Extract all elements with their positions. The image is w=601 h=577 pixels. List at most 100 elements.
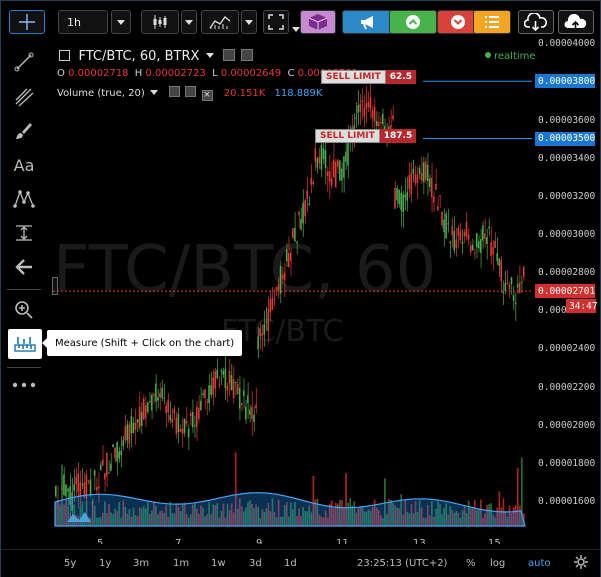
candle-body [451, 226, 453, 236]
candle-body [89, 479, 92, 496]
gear-icon[interactable] [185, 86, 197, 97]
candle-body [306, 190, 308, 200]
range-1d[interactable]: 1d [284, 558, 297, 569]
candle-body [290, 252, 292, 261]
candle-body [328, 171, 331, 182]
apps-button[interactable] [300, 10, 336, 34]
gear-icon[interactable] [240, 49, 253, 61]
announce-button[interactable] [342, 10, 394, 34]
candle-body [361, 100, 364, 103]
candle-body [449, 241, 451, 244]
candle-body [265, 321, 268, 323]
candle-body [55, 486, 57, 497]
log-scale-toggle[interactable]: log [490, 558, 505, 569]
candle-body [159, 392, 161, 398]
candle-body [408, 175, 411, 189]
open-label: O [57, 68, 65, 79]
style-dropdown[interactable] [181, 10, 197, 34]
pattern-tool[interactable] [7, 185, 41, 213]
settings-icon[interactable] [223, 49, 236, 61]
zoom-tool[interactable] [7, 296, 41, 324]
prediction-icon [16, 225, 32, 241]
candle-body [193, 425, 196, 427]
volume-label[interactable]: Volume (true, 20) [57, 88, 145, 99]
list-button[interactable] [473, 10, 511, 34]
trend-line-tool[interactable] [7, 48, 41, 76]
pitchfork-tool[interactable] [7, 83, 41, 111]
status-dot-icon [485, 52, 491, 58]
candle-body [443, 219, 445, 233]
interval-button[interactable]: 1h [58, 10, 108, 34]
candle-body [173, 408, 176, 414]
candle-body [363, 107, 366, 117]
candle-body [406, 192, 409, 201]
close-icon[interactable]: × [201, 90, 213, 101]
range-3m[interactable]: 3m [133, 558, 149, 569]
chart-settings-button[interactable] [574, 555, 588, 572]
time-tick: 15 [488, 538, 501, 544]
candle-body [412, 168, 415, 174]
candle-body [77, 473, 80, 492]
time-tick: 5 [97, 538, 103, 544]
candle-body [99, 464, 102, 471]
more-tools-button[interactable] [7, 371, 41, 399]
candle-body [414, 174, 417, 184]
range-3d[interactable]: 3d [249, 558, 262, 569]
range-1w[interactable]: 1w [211, 558, 226, 569]
price-axis[interactable]: 0.00004000 0.00003800 0.00003600 0.00003400… [532, 36, 600, 544]
symbol-title[interactable]: FTC/BTC, 60, BTRX [79, 49, 200, 64]
auto-scale-toggle[interactable]: auto [528, 558, 551, 569]
brush-tool[interactable] [7, 117, 41, 145]
prediction-tool[interactable] [7, 219, 41, 247]
candle-body [422, 162, 425, 183]
candle-body [149, 401, 151, 403]
indicators-icon [209, 15, 231, 29]
candle-body [163, 397, 165, 399]
candle-body [492, 247, 494, 255]
candle-body [196, 406, 198, 428]
collapse-legend-icon[interactable] [59, 50, 70, 61]
cloud-upload-button[interactable] [558, 10, 594, 34]
range-1y[interactable]: 1y [99, 558, 111, 569]
cloud-download-button[interactable] [518, 10, 554, 34]
interval-label: 1h [67, 15, 81, 29]
crosshair-tool-button[interactable] [9, 10, 45, 34]
candle-body [410, 173, 413, 195]
percent-scale-toggle[interactable]: % [466, 558, 476, 569]
back-button[interactable] [7, 253, 41, 281]
price-chart[interactable]: FTC/BTC, 60FTC/BTC5 7 9 11 13 15 [53, 36, 532, 544]
range-1m[interactable]: 1m [173, 558, 189, 569]
fullscreen-button[interactable] [263, 10, 289, 34]
candle-body [183, 418, 186, 433]
measure-tool[interactable] [8, 329, 42, 359]
fullscreen-icon [268, 14, 284, 30]
buy-button[interactable] [389, 10, 437, 34]
text-tool[interactable]: Aa [7, 151, 41, 179]
candle-body [202, 393, 204, 395]
candle-body [469, 245, 472, 253]
indicators-dropdown[interactable] [241, 10, 257, 34]
interval-dropdown[interactable] [111, 10, 131, 34]
candle-body [482, 225, 484, 241]
indicators-button[interactable] [201, 10, 239, 34]
sell-limit-order-2[interactable]: SELL LIMIT 187.5 [315, 129, 417, 143]
candle-body [394, 188, 396, 209]
candles-style-button[interactable] [141, 10, 179, 34]
candle-body [488, 226, 490, 229]
candle-body [102, 459, 104, 466]
low-value: 0.00002649 [220, 68, 282, 79]
candle-body [373, 106, 376, 122]
candle-body [292, 228, 294, 238]
candle-body [296, 241, 298, 244]
eye-icon[interactable] [169, 86, 181, 97]
realtime-label: realtime [494, 51, 536, 62]
chevron-down-icon [292, 26, 300, 32]
price-tick: 0.00003400 [538, 153, 596, 164]
candle-body [255, 404, 257, 409]
range-5y[interactable]: 5y [64, 558, 76, 569]
sell-limit-order-1[interactable]: SELL LIMIT 62.5 [321, 70, 416, 84]
candle-body [371, 110, 374, 119]
chevron-down-icon [245, 19, 253, 25]
clock[interactable]: 23:25:13 (UTC+2) [357, 558, 447, 569]
candle-body [518, 282, 521, 293]
